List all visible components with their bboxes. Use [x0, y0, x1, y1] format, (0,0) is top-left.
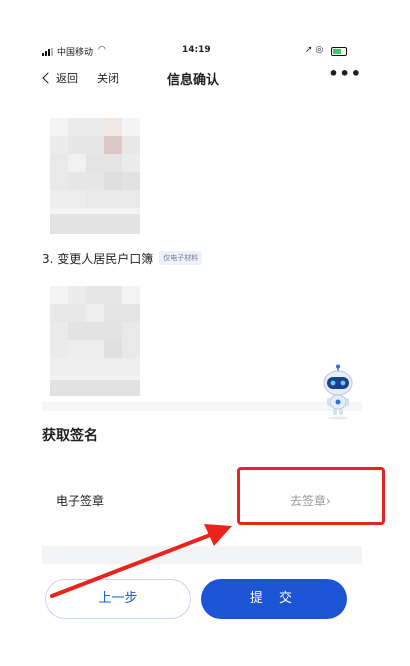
bottom-divider [42, 546, 362, 564]
navigation-bar: 返回 关闭 信息确认 ••• [42, 64, 362, 92]
back-button[interactable]: 返回 [42, 70, 78, 86]
back-label: 返回 [56, 72, 78, 85]
page-title: 信息确认 [167, 73, 220, 88]
electronic-only-badge: 仅电子材料 [159, 251, 203, 265]
wifi-icon: ◠ [98, 45, 106, 55]
highlight-box [237, 467, 385, 525]
document-image-blurred [50, 118, 140, 234]
more-options-button[interactable]: ••• [328, 64, 362, 83]
assistant-robot-icon[interactable] [318, 364, 358, 420]
previous-step-button[interactable]: 上一步 [45, 579, 191, 619]
e-seal-label: 电子签章 [56, 494, 105, 508]
chevron-left-icon [42, 72, 54, 84]
section-divider [42, 402, 362, 411]
clock: 14:19 [182, 45, 211, 55]
close-button[interactable]: 关闭 [97, 70, 119, 86]
section-3-title: 3. 变更人居民户口簿 [42, 251, 154, 266]
signal-icon [42, 48, 56, 56]
signature-section-title: 获取签名 [42, 428, 98, 444]
household-register-image-blurred [50, 286, 140, 396]
status-bar: 中国移动 ◠ 14:19 ➚ ◎ [42, 44, 362, 60]
section-3-header: 3. 变更人居民户口簿 仅电子材料 [42, 248, 203, 268]
carrier-name: 中国移动 [57, 48, 94, 58]
submit-button[interactable]: 提 交 [201, 579, 347, 619]
location-icon: ➚ ◎ [305, 45, 324, 55]
battery-icon [331, 47, 347, 56]
